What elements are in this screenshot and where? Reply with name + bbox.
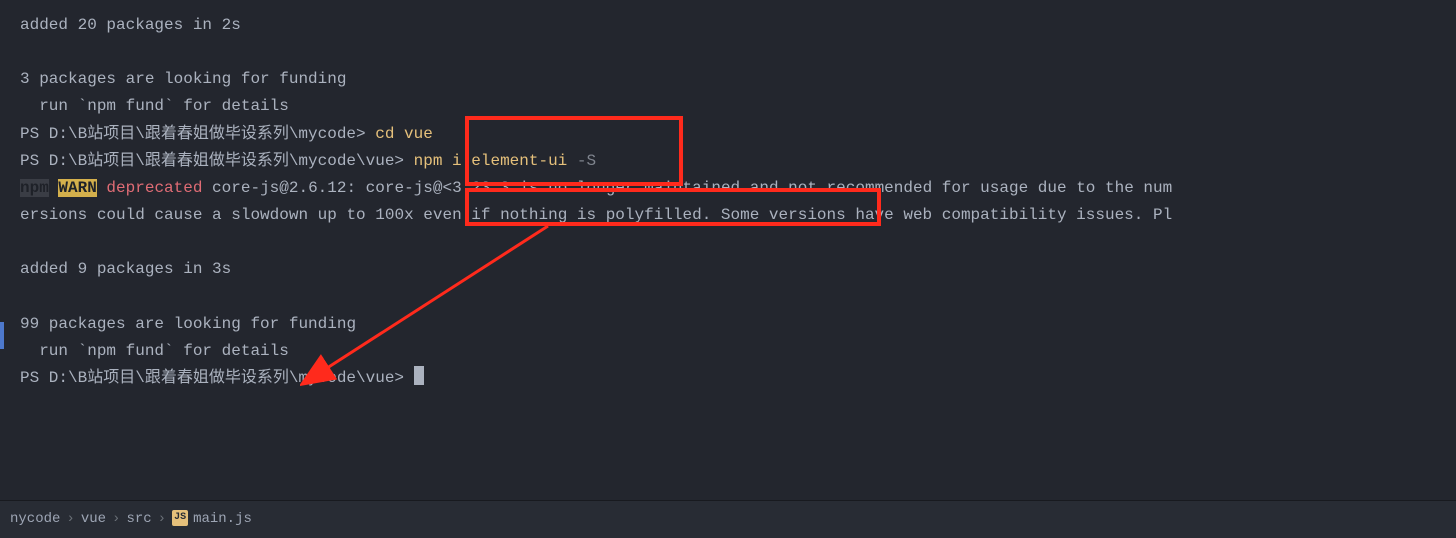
terminal-cursor (414, 366, 424, 385)
warn-text: core-js@2.6.12: core-js@<3.23.3 is no lo… (202, 179, 1172, 197)
selection-indicator (0, 322, 4, 349)
output-line: 99 packages are looking for funding (20, 311, 1456, 338)
chevron-right-icon: › (66, 508, 74, 532)
js-file-icon: JS (172, 510, 188, 526)
command-flag: -S (577, 152, 596, 170)
output-line: added 9 packages in 3s (20, 256, 1456, 283)
output-line: added 20 packages in 2s (20, 12, 1456, 39)
terminal-panel[interactable]: added 20 packages in 2s 3 packages are l… (0, 0, 1456, 500)
empty-line (20, 229, 1456, 256)
command-cd: cd vue (366, 125, 433, 143)
breadcrumb-file[interactable]: JS main.js (172, 508, 252, 532)
output-line: 3 packages are looking for funding (20, 66, 1456, 93)
breadcrumb-bar: nycode › vue › src › JS main.js (0, 500, 1456, 538)
breadcrumb-filename: main.js (193, 511, 252, 527)
current-prompt-line[interactable]: PS D:\B站项目\跟着春姐做毕设系列\mycode\vue> (20, 365, 1456, 392)
breadcrumb-item[interactable]: nycode (10, 508, 60, 532)
breadcrumb-item[interactable]: src (126, 508, 151, 532)
warn-tag: WARN (58, 179, 96, 197)
prompt-text: PS D:\B站项目\跟着春姐做毕设系列\mycode> (20, 125, 366, 143)
empty-line (20, 39, 1456, 66)
output-line: run `npm fund` for details (20, 338, 1456, 365)
chevron-right-icon: › (158, 508, 166, 532)
prompt-text: PS D:\B站项目\跟着春姐做毕设系列\mycode\vue> (20, 152, 404, 170)
npm-warn-line: npm WARN deprecated core-js@2.6.12: core… (20, 175, 1456, 202)
chevron-right-icon: › (112, 508, 120, 532)
npm-tag: npm (20, 179, 49, 197)
warn-continuation: ersions could cause a slowdown up to 100… (20, 202, 1456, 229)
command-npm-install: npm i element-ui (404, 152, 577, 170)
command-line-2: PS D:\B站项目\跟着春姐做毕设系列\mycode\vue> npm i e… (20, 148, 1456, 175)
prompt-text: PS D:\B站项目\跟着春姐做毕设系列\mycode\vue> (20, 369, 414, 387)
command-line-1: PS D:\B站项目\跟着春姐做毕设系列\mycode> cd vue (20, 121, 1456, 148)
breadcrumb-item[interactable]: vue (81, 508, 106, 532)
deprecated-label: deprecated (97, 179, 203, 197)
empty-line (20, 284, 1456, 311)
output-line: run `npm fund` for details (20, 93, 1456, 120)
